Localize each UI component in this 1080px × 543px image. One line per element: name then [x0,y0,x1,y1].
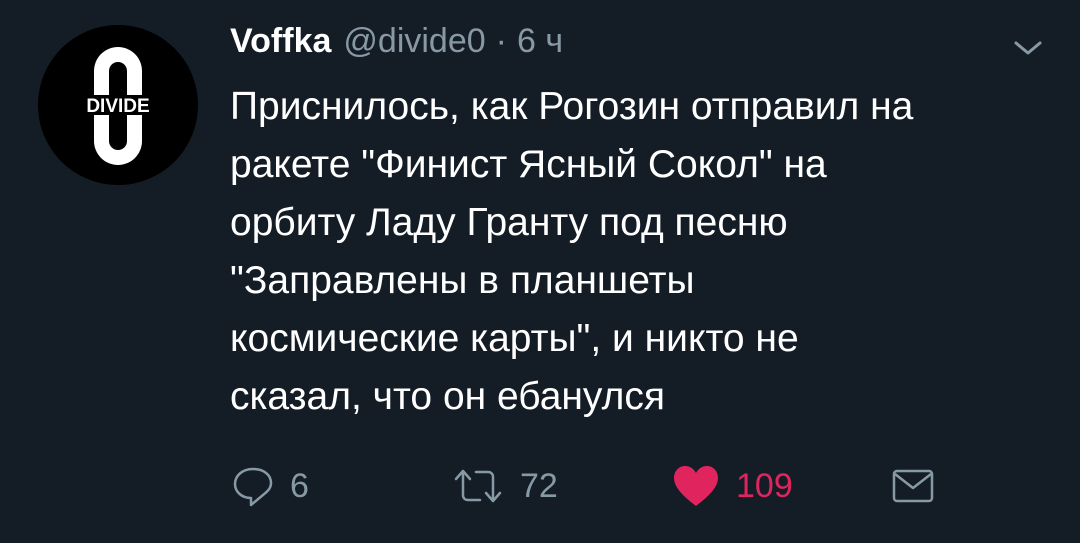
reply-count: 6 [290,466,309,505]
tweet-text: Приснилось, как Рогозин отправил на раке… [230,78,1060,426]
tweet-text-line: сказал, что он ебанулся [230,375,665,418]
reply-button[interactable]: 6 [230,458,309,514]
tweet-actions: 6 72 109 [230,458,1050,514]
retweet-icon [454,469,502,503]
tweet-text-line: Приснилось, как Рогозин отправил на [230,85,914,128]
tweet-text-line: орбиту Ладу Гранту под песню [230,201,788,244]
heart-icon [674,466,718,506]
reply-icon [233,467,273,507]
direct-message-button[interactable] [890,458,936,514]
tweet-text-line: космические карты", и никто не [230,317,799,360]
tweet-header: Voffka @divide0 · 6 ч [230,22,563,70]
tweet[interactable]: DIVIDE Voffka @divide0 · 6 ч Приснилось,… [0,0,1080,543]
tweet-timestamp[interactable]: 6 ч [517,22,563,61]
separator-dot: · [495,22,507,60]
divide-logo: DIVIDE [38,25,198,185]
tweet-text-line: "Заправлены в планшеты [230,259,695,302]
retweet-button[interactable]: 72 [450,458,558,514]
retweet-count: 72 [520,466,558,505]
avatar[interactable]: DIVIDE [38,25,198,185]
envelope-icon [892,469,934,503]
author-name[interactable]: Voffka [230,22,331,61]
avatar-logo-text: DIVIDE [86,96,149,117]
like-count: 109 [736,466,793,505]
like-button[interactable]: 109 [670,458,793,514]
tweet-text-line: ракете "Финист Ясный Сокол" на [230,143,827,186]
author-handle[interactable]: @divide0 [343,22,485,61]
chevron-down-icon[interactable] [1008,35,1048,61]
